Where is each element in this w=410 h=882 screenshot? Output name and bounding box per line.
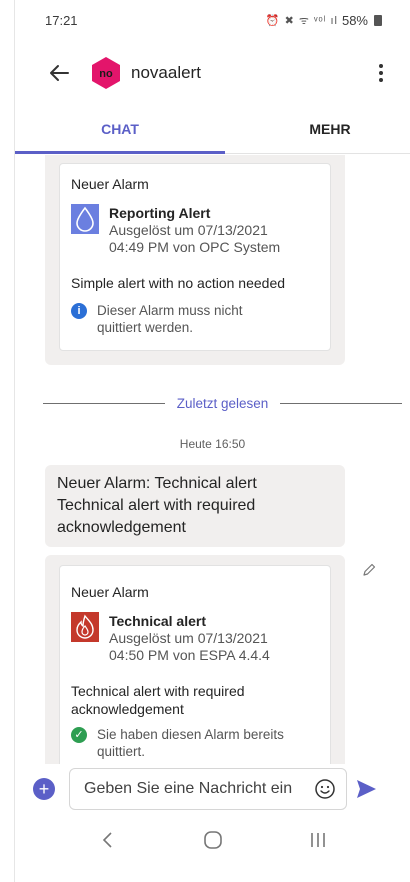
message-input[interactable] <box>84 780 304 798</box>
avatar[interactable]: no <box>89 56 123 90</box>
alert-meta-line1: Ausgelöst um 07/13/2021 <box>109 222 268 238</box>
alert-header: Reporting Alert Ausgelöst um 07/13/2021 … <box>71 204 280 256</box>
system-nav-bar <box>15 815 410 865</box>
arrow-left-icon <box>50 65 69 81</box>
status-indicators: ⏰ ✖ ᯤ ᵛᵒˡ ıl 58% <box>266 13 382 28</box>
alert-description-line2: acknowledgement <box>71 701 184 717</box>
pencil-icon[interactable] <box>362 563 376 577</box>
last-read-divider: Zuletzt gelesen <box>43 393 402 413</box>
status-icons: ⏰ ✖ ᯤ ᵛᵒˡ ıl <box>265 14 338 27</box>
message-composer: + <box>15 765 410 813</box>
card-heading: Neuer Alarm <box>71 584 149 600</box>
status-bar: 17:21 ⏰ ✖ ᯤ ᵛᵒˡ ıl 58% <box>15 0 410 40</box>
back-button[interactable] <box>39 53 79 93</box>
tab-bar: CHAT MEHR <box>15 112 410 154</box>
novaalert-logo-icon: no <box>92 57 120 89</box>
alert-title: Technical alert <box>109 613 207 629</box>
message-bubble-technical: Neuer Alarm Technical alert Ausgelöst um… <box>45 555 345 764</box>
tab-chat[interactable]: CHAT <box>15 112 225 154</box>
message-bubble-text: Neuer Alarm: Technical alert Technical a… <box>45 465 345 547</box>
message-line1: Neuer Alarm: Technical alert <box>57 475 257 492</box>
alert-description: Technical alert with required acknowledg… <box>71 682 245 718</box>
tab-more[interactable]: MEHR <box>225 112 395 153</box>
recent-apps-icon <box>310 833 325 847</box>
alert-meta-line2: 04:50 PM von ESPA 4.4.4 <box>109 647 270 663</box>
info-note: i Dieser Alarm muss nicht quittiert werd… <box>71 302 243 336</box>
message-bubble-reporting: Neuer Alarm Reporting Alert Ausgelöst um… <box>45 155 345 365</box>
chat-message-list[interactable]: Neuer Alarm Reporting Alert Ausgelöst um… <box>15 155 410 764</box>
card-heading: Neuer Alarm <box>71 176 149 192</box>
ack-line1: Sie haben diesen Alarm bereits <box>97 727 284 742</box>
nav-back-button[interactable] <box>88 822 128 858</box>
water-drop-icon <box>71 204 99 234</box>
chat-title: novaalert <box>131 63 201 82</box>
battery-icon <box>374 14 382 26</box>
adaptive-card-technical: Neuer Alarm Technical alert Ausgelöst um… <box>59 565 331 764</box>
message-timestamp: Heute 16:50 <box>179 437 246 451</box>
nav-recent-button[interactable] <box>298 822 338 858</box>
flame-icon <box>71 612 99 642</box>
app-header: no novaalert <box>15 48 410 98</box>
alert-header: Technical alert Ausgelöst um 07/13/2021 … <box>71 612 270 664</box>
info-line1: Dieser Alarm muss nicht <box>97 303 243 318</box>
smiley-icon[interactable] <box>314 778 336 800</box>
nav-home-button[interactable] <box>193 822 233 858</box>
alert-meta-line1: Ausgelöst um 07/13/2021 <box>109 630 268 646</box>
plus-icon: + <box>38 779 50 799</box>
check-circle-icon: ✓ <box>71 727 87 743</box>
alert-description-line1: Technical alert with required <box>71 683 245 699</box>
more-vertical-icon <box>379 64 383 68</box>
message-line2: Technical alert with required <box>57 497 256 514</box>
home-icon <box>203 831 222 849</box>
send-icon[interactable] <box>353 776 379 802</box>
ack-note: ✓ Sie haben diesen Alarm bereits quittie… <box>71 726 284 760</box>
last-read-label: Zuletzt gelesen <box>176 395 269 411</box>
add-attachment-button[interactable]: + <box>33 778 55 800</box>
svg-text:no: no <box>99 68 113 80</box>
status-time: 17:21 <box>45 12 78 28</box>
adaptive-card-reporting: Neuer Alarm Reporting Alert Ausgelöst um… <box>59 163 331 351</box>
phone-screen: 17:21 ⏰ ✖ ᯤ ᵛᵒˡ ıl 58% no novaalert CHAT… <box>14 0 410 882</box>
alert-title: Reporting Alert <box>109 205 211 221</box>
message-input-box[interactable] <box>69 768 347 810</box>
ack-line2: quittiert. <box>97 744 146 759</box>
alert-description: Simple alert with no action needed <box>71 275 286 291</box>
info-line2: quittiert werden. <box>97 320 194 335</box>
battery-percent: 58% <box>341 12 368 28</box>
info-icon: i <box>71 303 87 319</box>
more-options-button[interactable] <box>366 56 396 90</box>
alert-meta-line2: 04:49 PM von OPC System <box>109 239 281 255</box>
chevron-left-icon <box>102 832 112 848</box>
message-line3: acknowledgement <box>57 519 186 536</box>
